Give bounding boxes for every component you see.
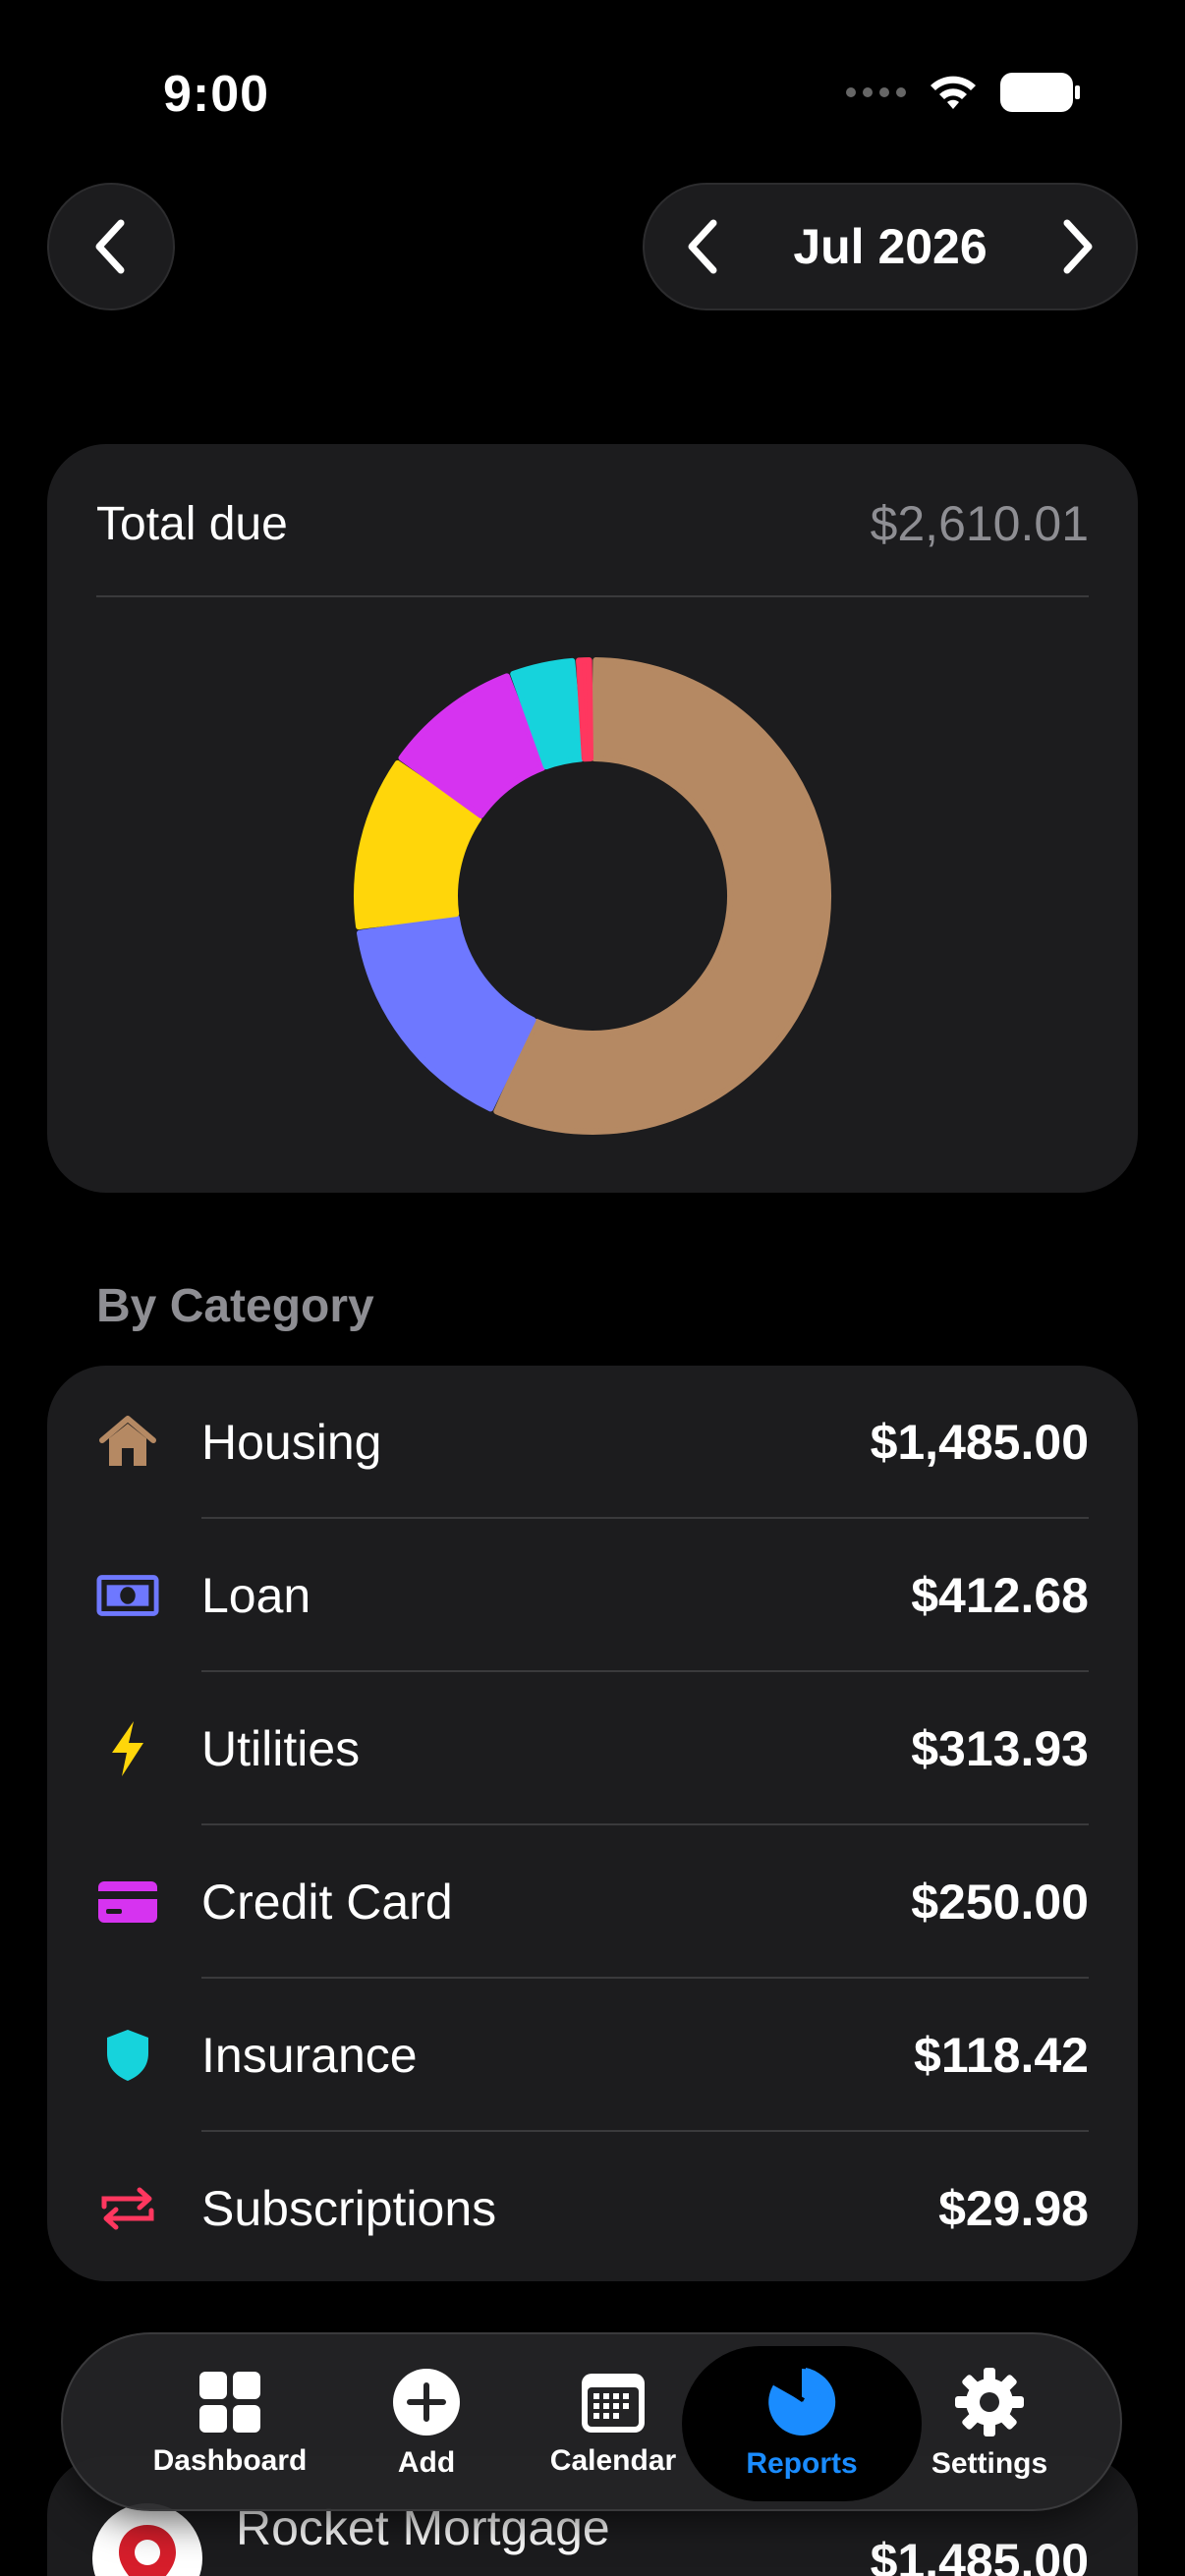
- category-label: Subscriptions: [201, 2181, 497, 2236]
- battery-icon: [1000, 73, 1080, 112]
- shield-icon: [96, 2024, 159, 2087]
- month-label: Jul 2026: [793, 219, 988, 274]
- category-label: Utilities: [201, 1721, 361, 1776]
- category-row-loan[interactable]: Loan $412.68: [47, 1519, 1138, 1672]
- back-button[interactable]: [47, 183, 175, 310]
- bolt-icon: [96, 1717, 159, 1780]
- banknote-icon: [96, 1564, 159, 1627]
- next-month-button[interactable]: [1057, 217, 1097, 276]
- tab-dashboard[interactable]: Dashboard: [132, 2334, 328, 2513]
- category-row-housing[interactable]: Housing $1,485.00: [47, 1366, 1138, 1519]
- category-amount: $29.98: [938, 2181, 1089, 2236]
- category-amount: $1,485.00: [870, 1415, 1089, 1470]
- category-amount: $412.68: [911, 1568, 1089, 1623]
- total-due-label: Total due: [96, 497, 288, 550]
- status-icons: [846, 73, 1081, 112]
- category-label: Credit Card: [201, 1875, 453, 1930]
- category-label: Housing: [201, 1415, 382, 1470]
- credit-card-icon: [96, 1871, 159, 1933]
- plus-circle-icon: [393, 2369, 460, 2436]
- category-label: Loan: [201, 1568, 311, 1623]
- tab-label: Add: [397, 2446, 456, 2479]
- tab-add[interactable]: Add: [367, 2334, 485, 2513]
- gear-icon: [955, 2368, 1024, 2436]
- calendar-icon: [582, 2374, 645, 2433]
- category-row-utilities[interactable]: Utilities $313.93: [47, 1672, 1138, 1825]
- tab-label: Reports: [746, 2447, 858, 2480]
- donut-slice-loan: [356, 915, 536, 1112]
- grid-icon: [199, 2372, 260, 2433]
- tab-bar: Dashboard Add Calendar Reports Settings: [61, 2332, 1122, 2511]
- month-selector: Jul 2026: [643, 183, 1138, 310]
- wifi-icon: [931, 76, 976, 109]
- tab-label: Settings: [931, 2447, 1048, 2480]
- category-label: Insurance: [201, 2028, 418, 2083]
- category-row-credit-card[interactable]: Credit Card $250.00: [47, 1825, 1138, 1979]
- house-icon: [96, 1411, 159, 1474]
- previous-month-button[interactable]: [684, 217, 723, 276]
- tab-calendar[interactable]: Calendar: [535, 2334, 692, 2513]
- category-amount: $118.42: [914, 2028, 1089, 2083]
- tab-settings[interactable]: Settings: [906, 2334, 1073, 2513]
- category-amount: $250.00: [911, 1875, 1089, 1930]
- section-title: By Category: [96, 1280, 374, 1332]
- signal-dots-icon: [846, 87, 906, 97]
- category-list: Housing $1,485.00 Loan $412.68 Utilities…: [47, 1366, 1138, 2281]
- pie-chart-icon: [768, 2368, 836, 2436]
- category-amount: $313.93: [911, 1721, 1089, 1776]
- donut-chart: [354, 657, 831, 1135]
- category-row-subscriptions[interactable]: Subscriptions $29.98: [47, 2132, 1138, 2285]
- repeat-icon: [96, 2177, 159, 2240]
- divider: [96, 595, 1089, 597]
- total-due-value: $2,610.01: [870, 496, 1089, 551]
- category-row-insurance[interactable]: Insurance $118.42: [47, 1979, 1138, 2132]
- chevron-left-icon: [95, 219, 125, 274]
- tab-label: Dashboard: [152, 2444, 308, 2477]
- bill-amount: $1,485.00: [870, 2534, 1089, 2576]
- tab-reports[interactable]: Reports: [713, 2334, 890, 2513]
- status-time: 9:00: [163, 66, 270, 123]
- tab-label: Calendar: [549, 2444, 677, 2477]
- rocket-mortgage-logo: [92, 2503, 202, 2576]
